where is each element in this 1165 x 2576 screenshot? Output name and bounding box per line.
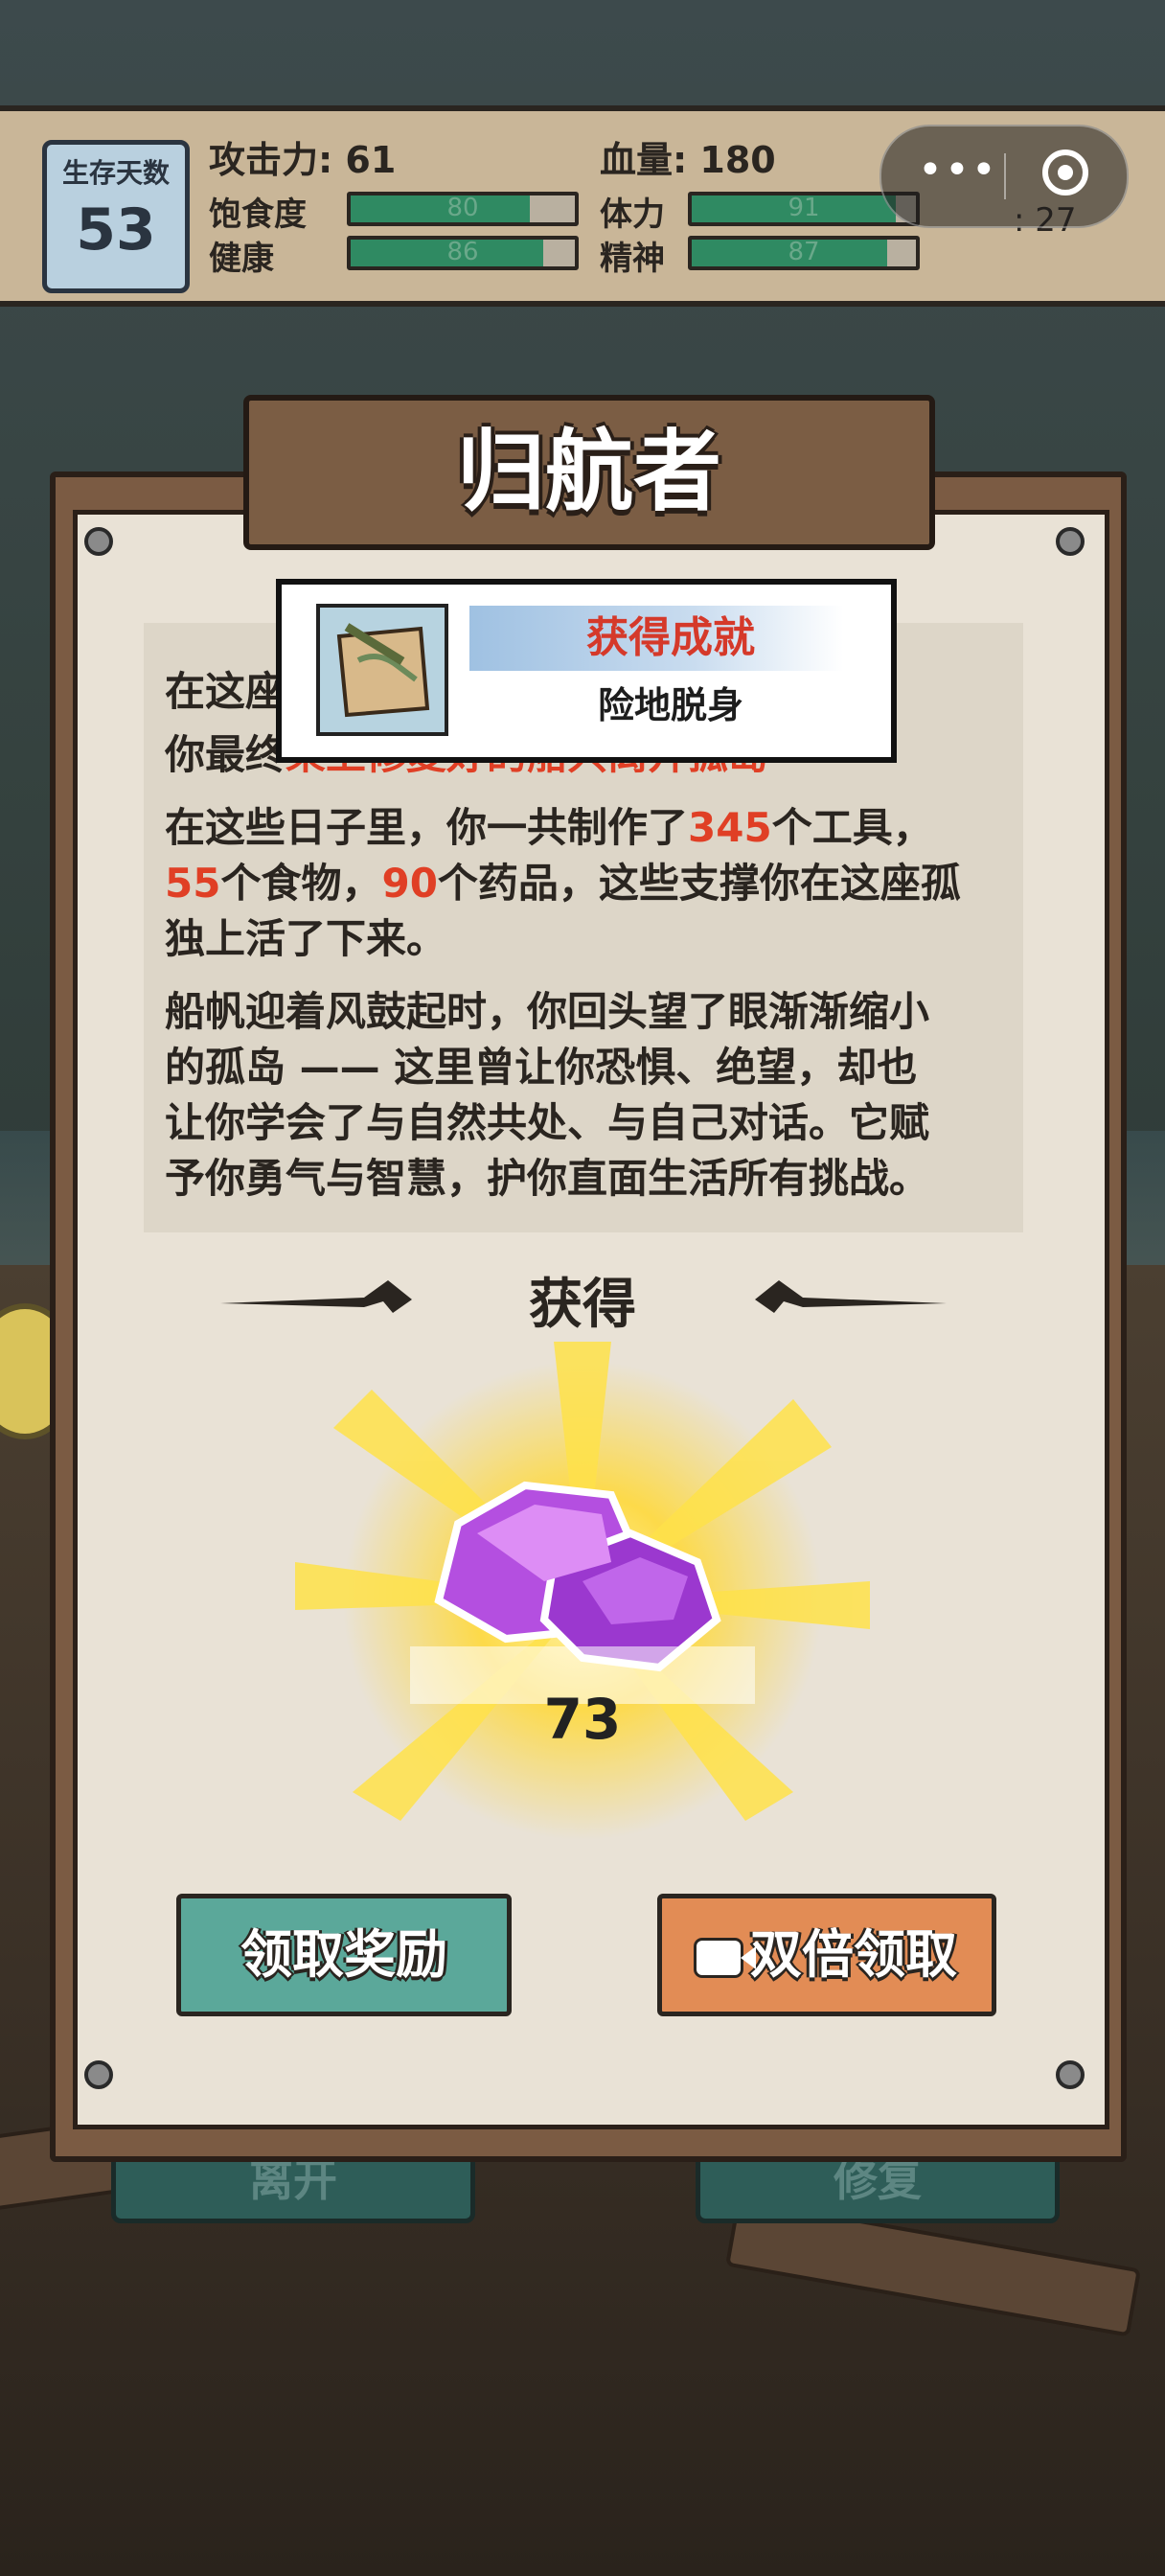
medicine-count: 90 xyxy=(381,860,438,907)
gem-reward-icon xyxy=(295,1342,870,1840)
satiety-label: 饱食度 xyxy=(209,196,307,234)
days-label: 生存天数 xyxy=(61,157,170,189)
story-line: 船帆迎着风鼓起时，你回头望了眼渐渐缩小 xyxy=(165,988,930,1035)
story-line: 独上活了下来。 xyxy=(165,915,447,962)
story-line: 在这些日子里，你一共制作了345个工具， xyxy=(165,804,933,851)
health-label: 健康 xyxy=(209,240,274,278)
story-line: 的孤岛 —— 这里曾让你恐惧、绝望，却也 xyxy=(165,1044,918,1091)
title-plank: 归航者 xyxy=(243,395,935,550)
claim-reward-button[interactable]: 领取奖励 xyxy=(176,1894,512,2016)
miniprogram-capsule: ••• xyxy=(879,125,1129,228)
double-claim-button[interactable]: 双倍领取 xyxy=(657,1894,996,2016)
story-line: 在这座 xyxy=(165,668,286,715)
days-value: 53 xyxy=(76,196,156,264)
spirit-label: 精神 xyxy=(600,240,665,278)
satiety-bar: 80 xyxy=(347,192,579,226)
attack-stat: 攻击力: 61 xyxy=(209,139,397,181)
ornament-right-icon xyxy=(755,1280,947,1313)
story-line: 予你勇气与智慧，护你直面生活所有挑战。 xyxy=(165,1155,930,1202)
close-target-icon[interactable] xyxy=(1042,150,1088,196)
achievement-name: 险地脱身 xyxy=(597,684,743,726)
more-icon[interactable]: ••• xyxy=(918,146,998,195)
nail-icon xyxy=(84,2060,113,2089)
health-bar: 86 xyxy=(347,236,579,270)
nail-icon xyxy=(1056,527,1085,556)
achievement-toast: 获得成就 险地脱身 xyxy=(276,579,897,763)
story-line: 让你学会了与自然共处、与自己对话。它赋 xyxy=(165,1099,930,1146)
reward-count: 73 xyxy=(543,1687,622,1752)
tools-count: 345 xyxy=(688,804,772,851)
foods-count: 55 xyxy=(165,860,221,907)
video-camera-icon xyxy=(697,1941,741,1976)
dialog-title: 归航者 xyxy=(456,421,721,523)
achievement-header: 获得成就 xyxy=(586,613,755,662)
spirit-bar: 87 xyxy=(688,236,920,270)
nail-icon xyxy=(84,527,113,556)
survival-days-card: 生存天数 53 xyxy=(42,140,190,293)
nail-icon xyxy=(1056,2060,1085,2089)
map-scroll-icon xyxy=(316,604,448,736)
double-claim-label: 双倍领取 xyxy=(750,1924,957,1985)
stamina-label: 体力 xyxy=(600,196,665,234)
story-line: 55个食物，90个药品，这些支撑你在这座孤 xyxy=(165,860,961,907)
obtain-label: 获得 xyxy=(529,1274,636,1336)
hp-stat: 血量: 180 xyxy=(600,139,776,181)
